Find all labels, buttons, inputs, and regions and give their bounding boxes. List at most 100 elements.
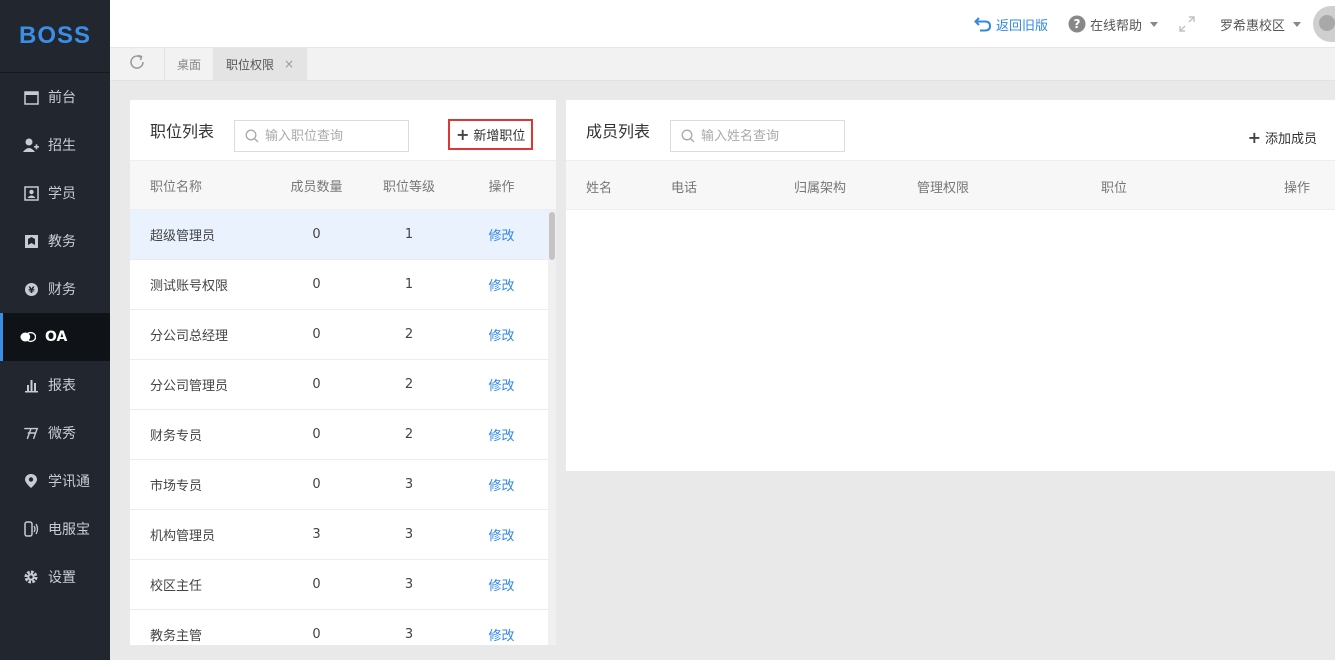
panel-title: 职位列表	[150, 122, 215, 141]
table-row[interactable]: 教务主管 0 3 修改	[130, 610, 548, 645]
sidebar-item-label: 前台	[48, 90, 76, 106]
sidebar-item-label: OA	[45, 329, 68, 345]
position-name: 教务主管	[150, 629, 203, 644]
column-header: 姓名	[586, 181, 613, 196]
table-row[interactable]: 市场专员 0 3 修改	[130, 460, 548, 510]
tabs-bar: 桌面 职位权限 ×	[110, 48, 1335, 81]
column-header: 职位等级	[382, 179, 435, 195]
position-table-header: 职位名称 成员数量 职位等级 操作	[130, 160, 556, 210]
position-list-header: 职位列表 + 新增职位	[130, 100, 556, 160]
gear-icon	[23, 569, 39, 585]
sidebar-item-label: 电服宝	[48, 522, 90, 538]
member-count: 0	[312, 477, 321, 492]
sidebar-item-oa[interactable]: OA	[0, 313, 110, 361]
position-search-input[interactable]	[265, 128, 385, 144]
refresh-button[interactable]	[110, 48, 165, 80]
position-name: 测试账号权限	[150, 279, 229, 294]
sidebar-item-label: 报表	[48, 378, 76, 394]
table-row[interactable]: 机构管理员 3 3 修改	[130, 510, 548, 560]
table-row[interactable]: 测试账号权限 0 1 修改	[130, 260, 548, 310]
table-row[interactable]: 超级管理员 0 1 修改	[130, 210, 548, 260]
edit-link[interactable]: 修改	[488, 379, 514, 394]
svg-text:?: ?	[1073, 17, 1080, 31]
edit-link[interactable]: 修改	[488, 479, 514, 494]
tab-desktop[interactable]: 桌面	[165, 48, 215, 80]
position-name: 校区主任	[150, 579, 203, 594]
add-position-label: 新增职位	[473, 129, 526, 144]
online-help-dropdown[interactable]: ? 在线帮助	[1068, 15, 1158, 34]
plus-icon: +	[1247, 128, 1261, 147]
sidebar-item-dianfubao[interactable]: 电服宝	[0, 505, 110, 553]
campus-label: 罗希惠校区	[1219, 18, 1285, 34]
sidebar-item-xuexuntong[interactable]: 学讯通	[0, 457, 110, 505]
yen-coin-icon: ¥	[23, 281, 39, 297]
sidebar-item-zhaosheng[interactable]: 招生	[0, 121, 110, 169]
add-position-button[interactable]: + 新增职位	[448, 119, 534, 150]
column-header: 职位	[1101, 181, 1128, 196]
sidebar-item-baobiao[interactable]: 报表	[0, 361, 110, 409]
column-header: 操作	[1284, 181, 1311, 196]
sidebar-item-label: 教务	[48, 234, 76, 250]
edit-link[interactable]: 修改	[488, 629, 514, 644]
edit-link[interactable]: 修改	[488, 579, 514, 594]
edit-link[interactable]: 修改	[488, 229, 514, 244]
scrollbar[interactable]	[548, 210, 556, 645]
position-level: 2	[404, 377, 414, 392]
sidebar-item-label: 财务	[48, 282, 76, 298]
campus-dropdown[interactable]: 罗希惠校区	[1220, 6, 1335, 42]
column-header: 操作	[488, 179, 515, 195]
add-user-icon	[23, 137, 39, 153]
edit-link[interactable]: 修改	[488, 279, 514, 294]
edit-link[interactable]: 修改	[488, 329, 514, 344]
avatar[interactable]	[1313, 6, 1335, 42]
position-name: 分公司总经理	[150, 329, 229, 344]
position-name: 财务专员	[150, 429, 203, 444]
back-old-version-link[interactable]: 返回旧版	[974, 15, 1048, 34]
logo-text: BOSS	[18, 22, 91, 49]
table-row[interactable]: 校区主任 0 3 修改	[130, 560, 548, 610]
calendar-icon	[23, 89, 39, 105]
position-name: 机构管理员	[150, 529, 216, 544]
table-row[interactable]: 财务专员 0 2 修改	[130, 410, 548, 460]
sidebar-item-label: 学讯通	[48, 474, 90, 490]
member-list-panel: 成员列表 + 添加成员 姓名 电话 归属架构 管理权限 职位 操作	[566, 100, 1335, 471]
sidebar-item-shezhi[interactable]: 设置	[0, 553, 110, 601]
column-header: 归属架构	[794, 181, 847, 196]
edit-link[interactable]: 修改	[488, 529, 514, 544]
close-icon[interactable]: ×	[284, 57, 294, 71]
search-icon	[245, 129, 259, 143]
sidebar-item-qiantai[interactable]: 前台	[0, 73, 110, 121]
member-count: 0	[312, 427, 321, 442]
position-level: 2	[404, 427, 414, 442]
member-search-input[interactable]	[701, 128, 821, 144]
column-header: 职位名称	[150, 179, 203, 195]
panel-title: 成员列表	[586, 122, 651, 141]
plus-icon: +	[456, 125, 470, 144]
chevron-down-icon	[1293, 21, 1301, 27]
sidebar-item-label: 微秀	[48, 426, 76, 442]
header-actions: 返回旧版 ? 在线帮助 罗希惠校区	[974, 0, 1335, 48]
logo[interactable]: BOSS	[0, 0, 110, 73]
sidebar-item-weixiu[interactable]: 微秀	[0, 409, 110, 457]
phone-icon	[23, 521, 39, 537]
chat-bubbles-icon	[20, 329, 36, 345]
edit-link[interactable]: 修改	[488, 429, 514, 444]
sidebar-nav: 前台 招生 学员 教务 ¥ 财务 OA 报表 微秀 学讯通 电服宝 设置	[0, 73, 110, 601]
add-member-button[interactable]: + 添加成员	[1248, 128, 1317, 147]
tab-position-permissions[interactable]: 职位权限 ×	[214, 48, 308, 80]
expand-icon	[1178, 15, 1196, 33]
position-level: 1	[404, 277, 414, 292]
column-header: 管理权限	[917, 181, 970, 196]
sidebar-item-xueyuan[interactable]: 学员	[0, 169, 110, 217]
sidebar-item-jiaowu[interactable]: 教务	[0, 217, 110, 265]
member-count: 0	[312, 627, 321, 642]
position-list-panel: 职位列表 + 新增职位 职位名称 成员数量 职位等级 操作 超级管理员 0 1 …	[130, 100, 556, 645]
book-icon	[23, 233, 39, 249]
member-list-header: 成员列表 + 添加成员	[566, 100, 1335, 160]
fullscreen-button[interactable]	[1178, 15, 1200, 33]
scrollbar-thumb[interactable]	[549, 212, 555, 260]
sidebar-item-caiwu[interactable]: ¥ 财务	[0, 265, 110, 313]
position-level: 3	[404, 627, 414, 642]
table-row[interactable]: 分公司总经理 0 2 修改	[130, 310, 548, 360]
table-row[interactable]: 分公司管理员 0 2 修改	[130, 360, 548, 410]
